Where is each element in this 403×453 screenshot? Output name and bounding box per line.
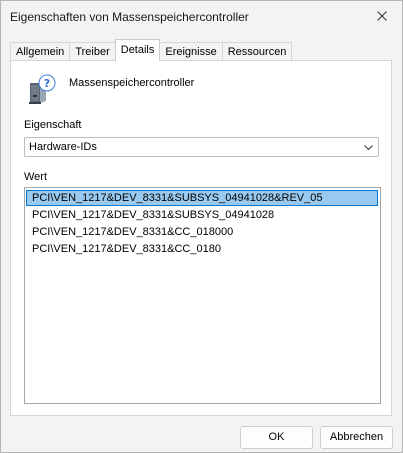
value-listbox[interactable]: PCI\VEN_1217&DEV_8331&SUBSYS_04941028&RE… bbox=[24, 187, 381, 404]
chevron-down-icon bbox=[364, 145, 373, 151]
title-bar: Eigenschaften von Massenspeichercontroll… bbox=[1, 1, 402, 33]
window-title: Eigenschaften von Massenspeichercontroll… bbox=[10, 10, 249, 24]
close-button[interactable] bbox=[366, 3, 398, 29]
list-item[interactable]: PCI\VEN_1217&DEV_8331&CC_018000 bbox=[26, 224, 378, 240]
svg-text:?: ? bbox=[44, 77, 50, 90]
tab-strip: Allgemein Treiber Details Ereignisse Res… bbox=[10, 39, 293, 61]
properties-dialog: Eigenschaften von Massenspeichercontroll… bbox=[0, 0, 403, 453]
device-name: Massenspeichercontroller bbox=[69, 77, 195, 89]
tab-details[interactable]: Details bbox=[114, 39, 161, 61]
tab-treiber[interactable]: Treiber bbox=[69, 42, 116, 61]
tab-ereignisse[interactable]: Ereignisse bbox=[159, 42, 223, 61]
ok-button[interactable]: OK bbox=[240, 426, 313, 449]
unknown-device-icon: ? bbox=[29, 74, 56, 104]
list-item[interactable]: PCI\VEN_1217&DEV_8331&CC_0180 bbox=[26, 241, 378, 257]
tab-allgemein[interactable]: Allgemein bbox=[10, 42, 71, 61]
cancel-button[interactable]: Abbrechen bbox=[320, 426, 393, 449]
value-label: Wert bbox=[24, 171, 48, 183]
property-label: Eigenschaft bbox=[24, 119, 82, 131]
list-item[interactable]: PCI\VEN_1217&DEV_8331&SUBSYS_04941028 bbox=[26, 207, 378, 223]
property-dropdown-value: Hardware-IDs bbox=[29, 141, 97, 153]
property-dropdown[interactable]: Hardware-IDs bbox=[24, 137, 379, 157]
details-panel: ? Massenspeichercontroller Eigenschaft H… bbox=[10, 60, 392, 416]
list-item[interactable]: PCI\VEN_1217&DEV_8331&SUBSYS_04941028&RE… bbox=[26, 190, 378, 206]
tab-ressourcen[interactable]: Ressourcen bbox=[221, 42, 293, 61]
close-icon bbox=[377, 11, 387, 21]
